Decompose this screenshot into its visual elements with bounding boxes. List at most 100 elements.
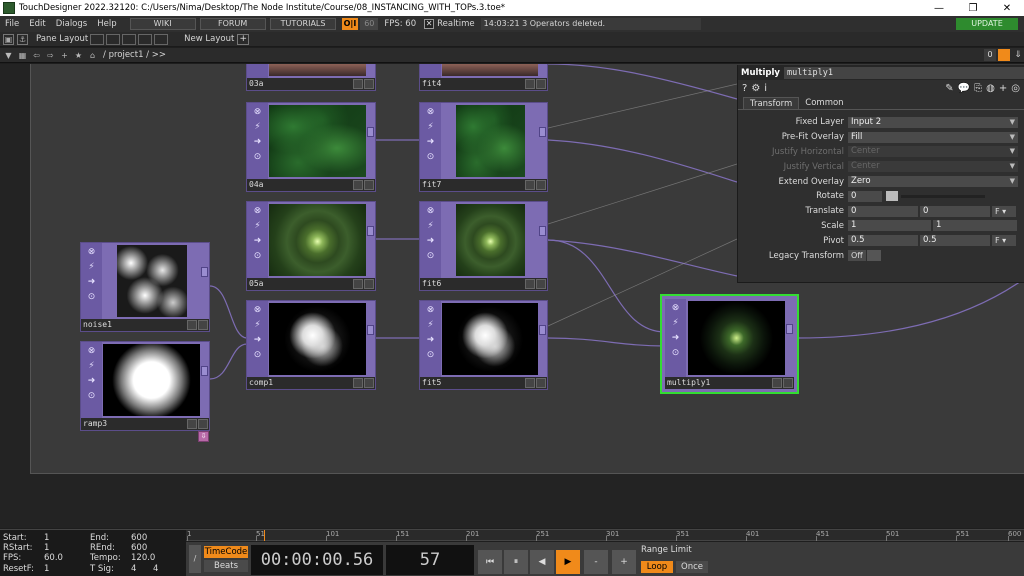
viewer-toggle[interactable] xyxy=(525,378,535,388)
viewer-icon[interactable]: ⊙ xyxy=(424,349,437,362)
perform-mode-badge[interactable]: O|I xyxy=(341,18,359,30)
expand-timeline-icon[interactable]: / xyxy=(189,545,201,573)
add-op-button[interactable] xyxy=(783,378,793,388)
pane-link-icon[interactable]: ⚓ xyxy=(17,33,28,45)
tsig-numerator[interactable]: 4 xyxy=(131,564,136,574)
pause-button[interactable]: ⏸ xyxy=(504,550,528,574)
display-icon[interactable]: ➜ xyxy=(251,136,264,149)
node-fit7[interactable]: ⊗ ⚡ ➜ ⊙ fit7 xyxy=(419,102,548,192)
viewer-toggle[interactable] xyxy=(353,279,363,289)
add-param-icon[interactable]: + xyxy=(999,83,1007,94)
viewer-toggle[interactable] xyxy=(525,180,535,190)
output-connector[interactable] xyxy=(786,324,793,334)
start-value[interactable]: 1 xyxy=(44,533,49,543)
lock-icon[interactable]: ⚡ xyxy=(669,317,682,330)
timeline-ruler[interactable]: 1 51 101 151 201 251 301 351 401 451 501… xyxy=(186,530,1024,541)
tempo-value[interactable]: 120.0 xyxy=(131,553,155,563)
viewer-icon[interactable]: ⊙ xyxy=(251,349,264,362)
layout-triple-icon[interactable] xyxy=(138,33,153,45)
lock-icon[interactable]: ⚡ xyxy=(251,220,264,233)
network-icon[interactable]: ▦ xyxy=(17,50,28,61)
lock-icon[interactable]: ⚡ xyxy=(424,220,437,233)
rstart-value[interactable]: 1 xyxy=(44,543,49,553)
timecode-display[interactable]: 00:00:00.56 xyxy=(251,545,383,575)
bookmark-icon[interactable]: ★ xyxy=(73,50,84,61)
node-05a[interactable]: ⊗ ⚡ ➜ ⊙ 05a xyxy=(246,201,376,291)
dat-indicator-icon[interactable]: ⇩ xyxy=(198,431,209,442)
rotate-slider[interactable] xyxy=(901,194,985,198)
viewer-icon[interactable]: ⊙ xyxy=(424,151,437,164)
realtime-checkbox[interactable]: ✕ xyxy=(424,19,435,29)
add-op-button[interactable] xyxy=(364,378,374,388)
cook-rate-field[interactable]: 60 xyxy=(360,18,379,30)
export-icon[interactable]: ⇓ xyxy=(1012,50,1024,60)
add-op-button[interactable] xyxy=(198,419,208,429)
scale-y-field[interactable]: 1 xyxy=(933,220,1017,232)
frame-display[interactable]: 57 xyxy=(386,545,474,575)
playhead[interactable] xyxy=(264,530,265,541)
pane-menu-icon[interactable]: ▼ xyxy=(3,50,14,61)
display-icon[interactable]: ➜ xyxy=(251,334,264,347)
menu-file[interactable]: File xyxy=(0,19,24,29)
tsig-denominator[interactable]: 4 xyxy=(153,564,158,574)
rotate-slider-knob[interactable] xyxy=(886,191,898,202)
rotate-field[interactable]: 0 xyxy=(848,190,882,202)
output-connector[interactable] xyxy=(367,127,374,137)
pivot-x-field[interactable]: 0.5 xyxy=(848,235,918,247)
display-icon[interactable]: ➜ xyxy=(85,276,98,289)
bypass-icon[interactable]: ⊗ xyxy=(251,106,264,119)
viewer-icon[interactable]: ⊙ xyxy=(85,291,98,304)
forum-button[interactable]: FORUM xyxy=(199,18,266,30)
pivot-unit-menu[interactable]: F ▾ xyxy=(992,235,1016,247)
pre-fit-overlay-menu[interactable]: Fill ▼ xyxy=(848,131,1018,143)
viewer-icon[interactable]: ⊙ xyxy=(251,151,264,164)
wiki-button[interactable]: WIKI xyxy=(129,18,196,30)
back-icon[interactable]: ⇦ xyxy=(31,50,42,61)
new-layout-button[interactable]: + xyxy=(237,33,250,45)
rewind-button[interactable]: ⏮ xyxy=(478,550,502,574)
comment-icon[interactable]: 💬 xyxy=(958,83,970,94)
output-connector[interactable] xyxy=(539,325,546,335)
add-op-button[interactable] xyxy=(364,180,374,190)
node-multiply1[interactable]: ⊗ ⚡ ➜ ⊙ multiply1 xyxy=(660,294,799,394)
translate-y-field[interactable]: 0 xyxy=(920,205,990,217)
bypass-icon[interactable]: ⊗ xyxy=(251,205,264,218)
output-connector[interactable] xyxy=(367,325,374,335)
viewer-toggle[interactable] xyxy=(525,279,535,289)
output-connector[interactable] xyxy=(201,366,208,376)
comment-count[interactable]: 0 xyxy=(984,49,996,61)
output-connector[interactable] xyxy=(367,226,374,236)
lock-icon[interactable]: ⚡ xyxy=(85,360,98,373)
display-icon[interactable]: ➜ xyxy=(251,235,264,248)
node-fit6[interactable]: ⊗ ⚡ ➜ ⊙ fit6 xyxy=(419,201,548,291)
rend-value[interactable]: 600 xyxy=(131,543,147,553)
add-op-button[interactable] xyxy=(364,79,374,89)
minimize-button[interactable]: — xyxy=(922,3,956,14)
add-op-button[interactable] xyxy=(536,79,546,89)
network-path[interactable]: / project1 / >> xyxy=(103,50,166,60)
layout-quad-icon[interactable] xyxy=(154,33,169,45)
layout-single-icon[interactable] xyxy=(90,33,105,45)
viewer-toggle[interactable] xyxy=(187,320,197,330)
step-forward-button[interactable]: + xyxy=(612,550,636,574)
translate-unit-menu[interactable]: F ▾ xyxy=(992,205,1016,217)
add-op-button[interactable] xyxy=(536,279,546,289)
bypass-icon[interactable]: ⊗ xyxy=(669,302,682,315)
fixed-layer-menu[interactable]: Input 2 ▼ xyxy=(848,116,1018,128)
lock-icon[interactable]: ⚡ xyxy=(251,319,264,332)
viewer-icon[interactable]: ⊙ xyxy=(424,250,437,263)
add-op-button[interactable] xyxy=(536,378,546,388)
viewer-toggle[interactable] xyxy=(353,180,363,190)
legacy-transform-switch[interactable] xyxy=(866,250,881,262)
end-value[interactable]: 600 xyxy=(131,533,147,543)
home-icon[interactable]: + xyxy=(59,50,70,61)
clone-icon[interactable]: ⎘ xyxy=(974,83,982,94)
add-op-button[interactable] xyxy=(198,320,208,330)
loop-button[interactable]: Loop xyxy=(641,561,673,573)
viewer-icon[interactable]: ⊙ xyxy=(251,250,264,263)
lock-icon[interactable]: ⚡ xyxy=(85,261,98,274)
add-op-button[interactable] xyxy=(536,180,546,190)
display-icon[interactable]: ➜ xyxy=(424,136,437,149)
edit-icon[interactable]: ✎ xyxy=(945,83,953,94)
fps-value[interactable]: 60.0 xyxy=(44,553,63,563)
